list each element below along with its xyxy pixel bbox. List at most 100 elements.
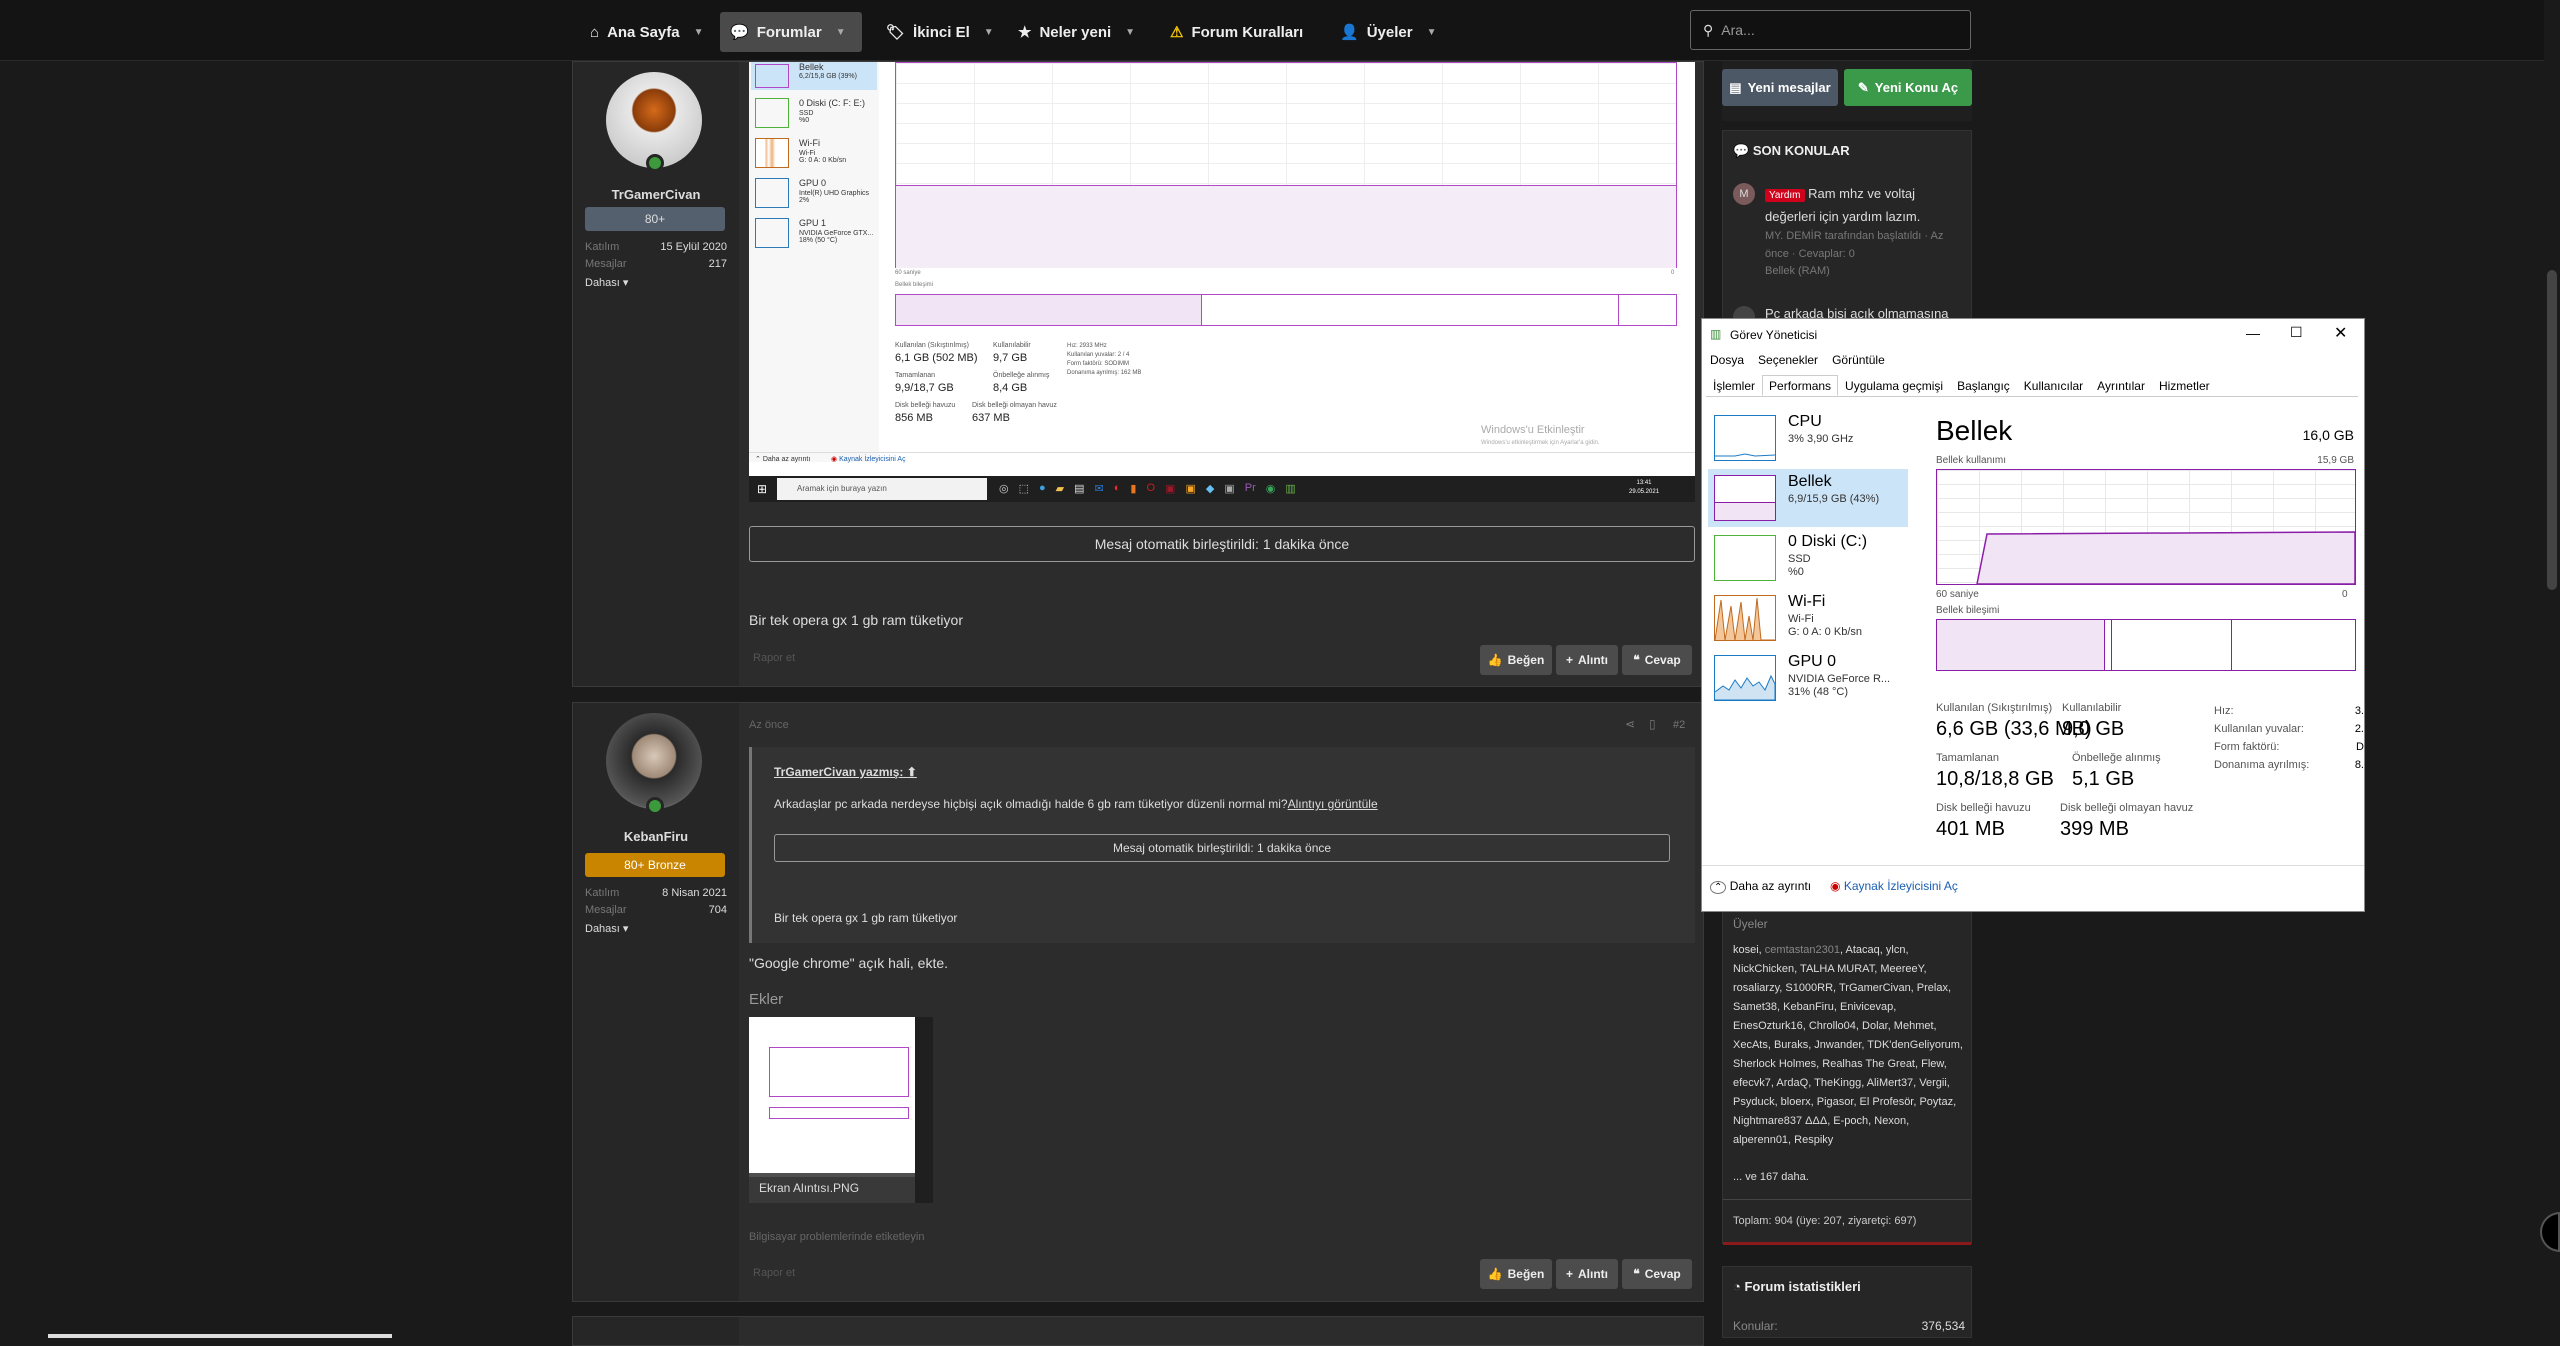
resource-gpu[interactable]: GPU 0 NVIDIA GeForce R... 31% (48 °C)	[1708, 649, 1908, 707]
windows-taskbar: ⊞ Aramak için buraya yazın ◎ ⬚ ● ▰ ▤ ✉ ◐…	[749, 476, 1695, 502]
app-icon[interactable]: ▮	[1130, 482, 1136, 495]
chevron-down-icon[interactable]: ▼	[984, 27, 994, 38]
share-icon[interactable]: ⋖	[1625, 717, 1635, 731]
file-explorer-icon[interactable]: ▰	[1056, 482, 1064, 495]
side-toggle-button[interactable]	[2540, 1212, 2560, 1252]
reply-button[interactable]: ❝ Cevap	[1622, 645, 1692, 675]
view-quote-link[interactable]: Alıntıyı görüntüle	[1288, 797, 1378, 811]
steam-icon[interactable]: ◆	[1206, 482, 1214, 495]
resource-cpu[interactable]: CPU 3% 3,90 GHz	[1708, 409, 1908, 467]
resource-disk[interactable]: 0 Diski (C:) SSD %0	[1708, 529, 1908, 587]
stat-nonpaged-pool: 399 MB	[2060, 818, 2129, 840]
window-titlebar[interactable]: ▥ Görev Yöneticisi — ☐ ✕	[1702, 319, 2364, 351]
report-link[interactable]: Rapor et	[753, 652, 795, 664]
resource-wifi[interactable]: Wi-Fi Wi-Fi G: 0 A: 0 Kb/sn	[1708, 589, 1908, 647]
user-badge: 80+	[585, 207, 725, 231]
avatar[interactable]	[606, 713, 702, 809]
bookmark-icon[interactable]: ▯	[1649, 717, 1656, 731]
taskbar-search[interactable]: Aramak için buraya yazın	[777, 478, 987, 500]
page-scrollbar[interactable]	[2544, 0, 2560, 1338]
quote-merged-note: Mesaj otomatik birleştirildi: 1 dakika ö…	[774, 834, 1670, 862]
nav-home[interactable]: ⌂ Ana Sayfa ▼	[580, 12, 714, 52]
hardware-stats: Hız: 3. Kullanılan yuvalar: 2. Form faktör…	[2214, 705, 2364, 771]
new-topic-button[interactable]: ✎ Yeni Konu Aç	[1844, 69, 1972, 106]
recent-topic-title[interactable]: Yardım Ram mhz ve voltaj değerleri için …	[1765, 183, 1965, 227]
axis-left: 60 saniye	[1936, 589, 1979, 600]
menu-options[interactable]: Seçenekler	[1758, 353, 1818, 373]
tab-processes[interactable]: İşlemler	[1706, 375, 1762, 396]
memory-composition-bar	[1936, 619, 2356, 671]
chevron-down-icon[interactable]: ▼	[1427, 27, 1437, 38]
chevron-down-icon[interactable]: ▼	[694, 27, 704, 38]
quote-author[interactable]: TrGamerCivan yazmış: ⬆	[774, 765, 917, 779]
recent-topic-forum[interactable]: Bellek (RAM)	[1765, 265, 1830, 277]
reply-button[interactable]: ❝ Cevap	[1622, 1259, 1692, 1289]
search-input[interactable]: ⚲ Ara...	[1690, 10, 1971, 50]
resource-monitor-link[interactable]: ◉ Kaynak İzleyicisini Aç	[831, 455, 906, 463]
chevron-down-icon[interactable]: ▼	[836, 27, 846, 38]
tab-startup[interactable]: Başlangıç	[1950, 375, 2017, 396]
tab-details[interactable]: Ayrıntılar	[2090, 375, 2152, 396]
post-time[interactable]: Az önce	[749, 719, 789, 731]
premiere-icon[interactable]: Pr	[1245, 482, 1256, 495]
less-details-button[interactable]: ⌃ Daha az ayrıntı	[1710, 879, 1811, 894]
tab-services[interactable]: Hizmetler	[2152, 375, 2217, 396]
cortana-icon[interactable]: ⬚	[1019, 482, 1029, 495]
username[interactable]: KebanFiru	[573, 829, 739, 844]
resource-memory[interactable]: Bellek 6,9/15,9 GB (43%)	[1708, 469, 1908, 527]
minimize-icon[interactable]: —	[2246, 325, 2260, 341]
like-button[interactable]: 👍 Beğen	[1480, 1259, 1552, 1289]
report-link[interactable]: Rapor et	[753, 1267, 795, 1279]
attachment-card[interactable]: Ekran Alıntısı.PNG	[749, 1017, 933, 1203]
nav-forum-rules[interactable]: ⚠ Forum Kuralları	[1160, 12, 1313, 52]
store-icon[interactable]: ▤	[1074, 482, 1084, 495]
app-icon[interactable]: ▣	[1224, 482, 1234, 495]
tab-users[interactable]: Kullanıcılar	[2017, 375, 2090, 396]
more-dropdown[interactable]: Dahası ▾	[585, 922, 628, 935]
attachment-thumbnail[interactable]	[749, 1017, 915, 1177]
tab-performance[interactable]: Performans	[1762, 375, 1839, 396]
members-list[interactable]: kosei, cemtastan2301, Atacaq, ylcn, Nick…	[1733, 941, 1965, 1150]
avatar[interactable]: M	[1733, 183, 1755, 205]
post-body: "Google chrome" açık hali, ekte.	[749, 955, 949, 971]
nav-forums[interactable]: 💬 Forumlar ▼	[720, 12, 862, 52]
app-icon[interactable]: ▣	[1165, 482, 1175, 495]
post-number[interactable]: #2	[1673, 719, 1685, 731]
windows-start-icon[interactable]: ⊞	[757, 482, 767, 496]
app-icon[interactable]: ▣	[1185, 482, 1195, 495]
menu-file[interactable]: Dosya	[1710, 353, 1744, 373]
nav-second-hand[interactable]: 🏷 İkinci El ▼	[876, 12, 1004, 52]
maximize-icon[interactable]: ☐	[2290, 324, 2303, 341]
scrollbar-thumb[interactable]	[2547, 270, 2557, 590]
more-dropdown[interactable]: Dahası ▾	[585, 276, 628, 289]
recent-topics-widget: 💬 SON KONULAR M Yardım Ram mhz ve voltaj…	[1722, 130, 1972, 330]
less-details[interactable]: ⌃ Daha az ayrıntı	[755, 455, 810, 463]
menu-view[interactable]: Görüntüle	[1832, 353, 1885, 373]
attachment-name[interactable]: Ekran Alıntısı.PNG	[749, 1173, 915, 1203]
chevron-down-icon[interactable]: ▼	[1125, 27, 1135, 38]
opera-icon[interactable]: O	[1146, 482, 1155, 495]
tab-app-history[interactable]: Uygulama geçmişi	[1838, 375, 1950, 396]
task-manager-icon[interactable]: ▥	[1285, 482, 1295, 495]
app-icon[interactable]: ◉	[1266, 482, 1276, 495]
new-messages-button[interactable]: ▤ Yeni mesajlar	[1722, 69, 1838, 106]
nav-whats-new[interactable]: ★ Neler yeni ▼	[1008, 12, 1145, 52]
attached-screenshot[interactable]: Bellek 6,2/15,8 GB (39%) 0 Diski (C: F: …	[749, 62, 1695, 502]
members-more[interactable]: ... ve 167 daha.	[1733, 1171, 1809, 1183]
task-view-icon[interactable]: ◎	[999, 482, 1009, 495]
resource-monitor-link[interactable]: ◉ Kaynak İzleyicisini Aç	[1830, 879, 1958, 893]
quote-button[interactable]: + Alıntı	[1556, 645, 1618, 675]
opera-gx-icon[interactable]: ◐	[1114, 482, 1121, 495]
edge-icon[interactable]: ●	[1039, 482, 1046, 495]
tag-note[interactable]: Bilgisayar problemlerinde etiketleyin	[749, 1231, 924, 1243]
chevron-up-icon: ⌃	[1710, 881, 1727, 894]
quote-button[interactable]: + Alıntı	[1556, 1259, 1618, 1289]
close-icon[interactable]: ✕	[2334, 323, 2347, 343]
taskbar-clock[interactable]: 13:41 29.05.2021	[1629, 479, 1659, 497]
chart-icon: ◔	[1733, 1279, 1741, 1294]
mail-icon[interactable]: ✉	[1095, 482, 1104, 495]
composition-label: Bellek bileşimi	[1936, 605, 2000, 616]
like-button[interactable]: 👍 Beğen	[1480, 645, 1552, 675]
nav-members[interactable]: 👤 Üyeler ▼	[1330, 12, 1446, 52]
username[interactable]: TrGamerCivan	[573, 187, 739, 202]
